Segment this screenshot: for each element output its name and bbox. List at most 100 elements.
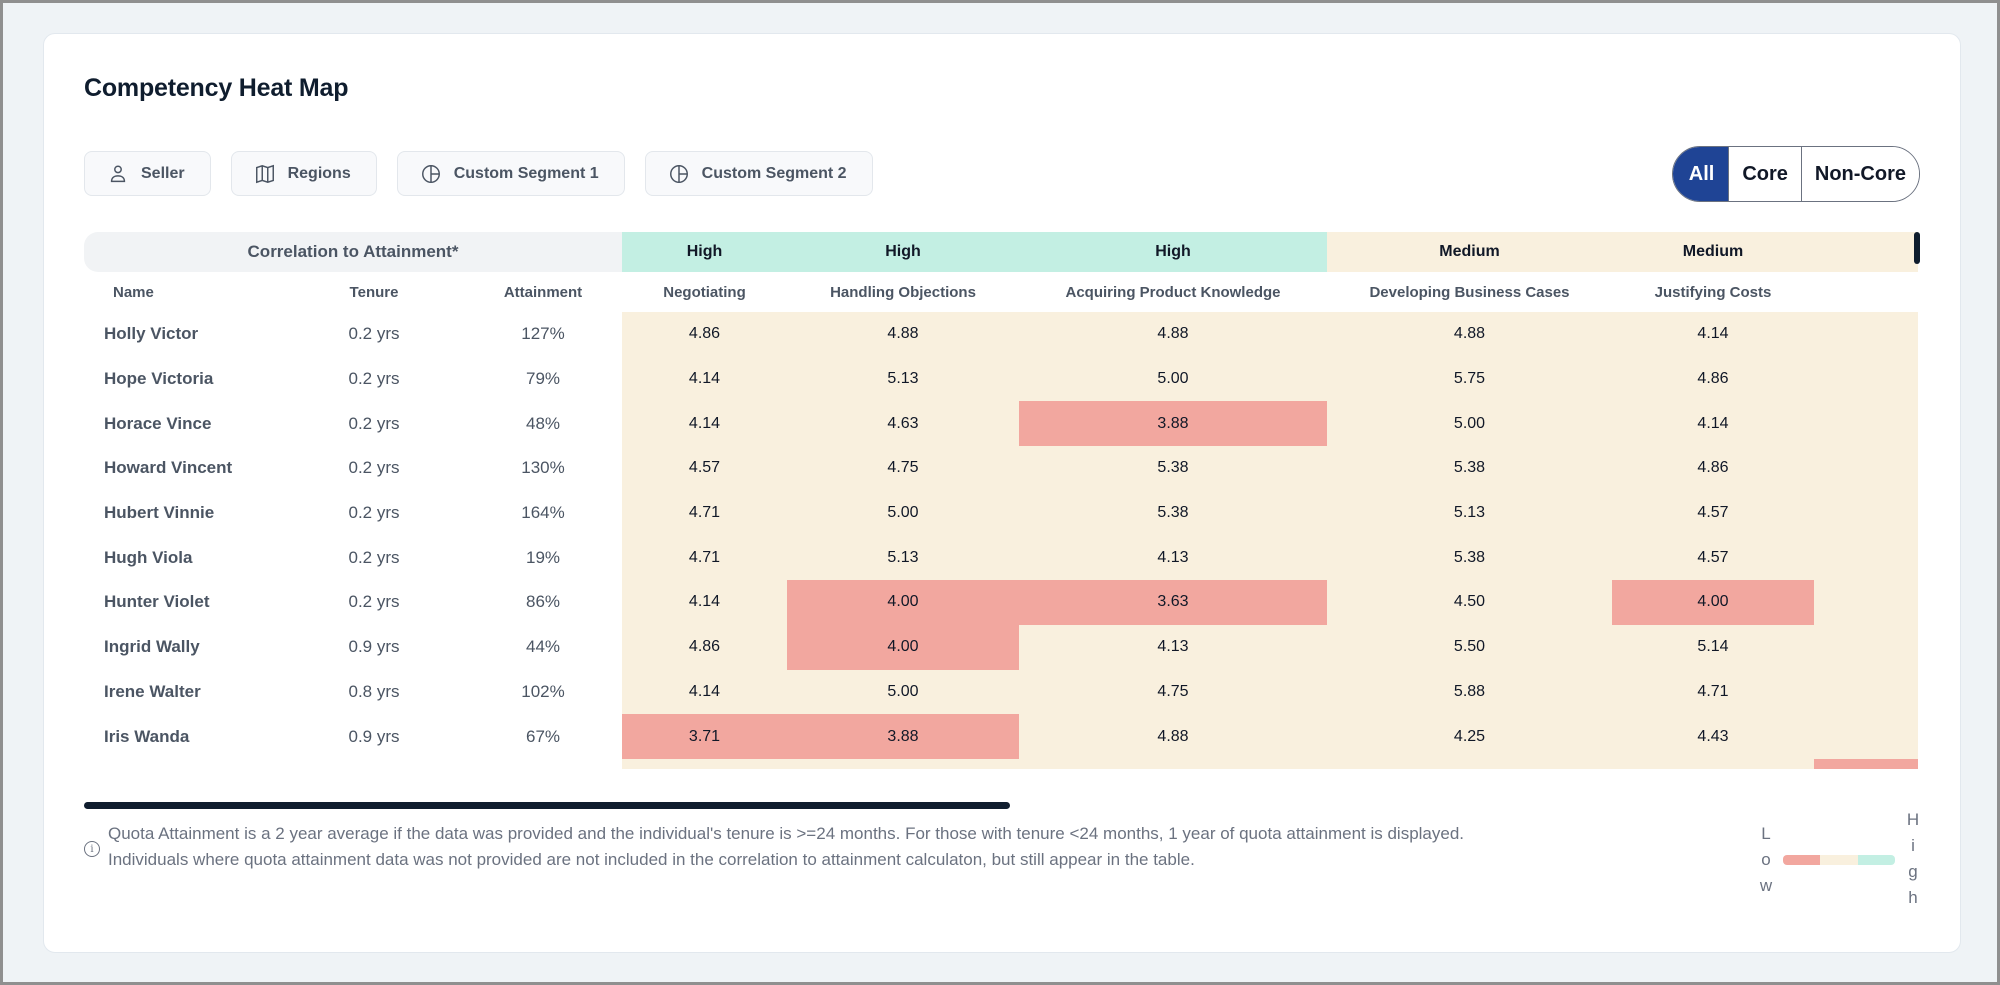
seller-name: Hope Victoria <box>104 369 214 389</box>
attainment-value: 86% <box>525 592 561 612</box>
column-header-attainment[interactable]: Attainment <box>464 284 622 301</box>
table-row[interactable]: Hope Victoria 0.2 yrs 79% 4.14 5.13 5.00 5.75 4… <box>84 356 1918 402</box>
score-cell: 5 <box>1814 356 1918 402</box>
tenure-value: 0.2 yrs <box>348 324 400 344</box>
correlation-cell: Me <box>1814 232 1918 272</box>
table-row[interactable]: Hubert Vinnie 0.2 yrs 164% 4.71 5.00 5.38 5.13… <box>84 490 1918 536</box>
column-header-competency[interactable]: Acquiring Product Knowledge <box>1019 284 1327 301</box>
score-cell: 5 <box>1814 446 1918 491</box>
vertical-scrollbar[interactable] <box>1914 232 1920 264</box>
core-segment-toggle: All Core Non-Core <box>1671 146 1920 202</box>
page-title: Competency Heat Map <box>84 74 349 102</box>
score-cell: 4.86 <box>1612 446 1814 491</box>
filter-custom-segment-1-button[interactable]: Custom Segment 1 <box>396 151 625 196</box>
score-cell: 4.75 <box>787 446 1019 491</box>
person-icon <box>110 164 126 182</box>
seller-name: Irene Walter <box>104 681 201 701</box>
tenure-value: 0.2 yrs <box>348 413 400 433</box>
segment-all-option[interactable]: All <box>1672 147 1729 201</box>
score-cell: 4.14 <box>1612 312 1814 357</box>
pie-segment-icon <box>669 164 688 183</box>
correlation-label: Correlation to Attainment* <box>84 232 622 272</box>
score-cell: 5.00 <box>1019 356 1327 402</box>
seller-name: Hugh Viola <box>104 547 193 567</box>
table-row[interactable]: Holly Victor 0.2 yrs 127% 4.86 4.88 4.88 4.88 4… <box>84 312 1918 357</box>
column-header-competency[interactable]: Justifying Costs <box>1612 284 1814 301</box>
filter-label: Custom Segment 1 <box>453 164 599 182</box>
correlation-cell: Medium <box>1327 232 1612 272</box>
table-body: Holly Victor 0.2 yrs 127% 4.86 4.88 4.88 4.88 4… <box>84 312 1918 769</box>
attainment-value: 44% <box>525 637 561 657</box>
score-cell: 6 <box>1814 490 1918 536</box>
seller-name: Horace Vince <box>104 413 212 433</box>
filter-label: Regions <box>287 164 351 182</box>
column-header-competency[interactable]: Negotiating <box>622 284 787 301</box>
tenure-value: 0.2 yrs <box>348 547 400 567</box>
column-header-tenure[interactable]: Tenure <box>284 284 464 301</box>
legend-swatch-low <box>1783 855 1821 865</box>
score-cell: 5.13 <box>787 535 1019 581</box>
legend-letter: o <box>1761 850 1771 869</box>
table-row-partial <box>84 758 1918 769</box>
legend-letter: h <box>1908 888 1918 907</box>
legend-swatch-high <box>1857 855 1895 865</box>
column-header-competency[interactable]: Generating <box>1814 284 1918 301</box>
table-row[interactable]: Horace Vince 0.2 yrs 48% 4.14 4.63 3.88 5.00 4.… <box>84 401 1918 447</box>
score-cell: 5.38 <box>1019 490 1327 536</box>
table-row[interactable]: Hunter Violet 0.2 yrs 86% 4.14 4.00 3.63 4.50 4… <box>84 580 1918 625</box>
table-row[interactable]: Irene Walter 0.8 yrs 102% 4.14 5.00 4.75 5.88 4… <box>84 669 1918 715</box>
score-cell: 5.13 <box>787 356 1019 402</box>
score-cell <box>1814 758 1918 769</box>
score-cell: 4.50 <box>1327 580 1612 625</box>
score-cell <box>1612 758 1814 769</box>
table-row[interactable]: Hugh Viola 0.2 yrs 19% 4.71 5.13 4.13 5.38 4.57… <box>84 535 1918 581</box>
score-cell: 4.88 <box>787 312 1019 357</box>
tenure-value: 0.9 yrs <box>348 726 400 746</box>
score-cell: 4.71 <box>1612 669 1814 715</box>
filter-custom-segment-2-button[interactable]: Custom Segment 2 <box>644 151 873 196</box>
column-header-competency[interactable]: Developing Business Cases <box>1327 284 1612 301</box>
score-cell: 4.14 <box>622 669 787 715</box>
table-row[interactable]: Iris Wanda 0.9 yrs 67% 3.71 3.88 4.88 4.25 4.43… <box>84 714 1918 759</box>
score-cell <box>787 758 1019 769</box>
score-cell: 3.63 <box>1019 580 1327 625</box>
filter-label: Custom Segment 2 <box>701 164 847 182</box>
tenure-value: 0.2 yrs <box>348 592 400 612</box>
legend-letter: g <box>1908 862 1918 881</box>
table-row[interactable]: Ingrid Wally 0.9 yrs 44% 4.86 4.00 4.13 5.50 5.… <box>84 624 1918 670</box>
score-cell: 5.13 <box>1327 490 1612 536</box>
column-header-row: Name Tenure Attainment Negotiating Handl… <box>84 272 1918 312</box>
score-cell: 4.71 <box>622 490 787 536</box>
tenure-value: 0.2 yrs <box>348 369 400 389</box>
legend-letter: L <box>1761 824 1771 843</box>
segment-non-core-option[interactable]: Non-Core <box>1800 147 1919 201</box>
tenure-value: 0.2 yrs <box>348 503 400 523</box>
score-cell: 4.13 <box>1019 535 1327 581</box>
score-cell: 4.14 <box>1612 401 1814 447</box>
score-cell: 4.57 <box>1612 535 1814 581</box>
column-header-name[interactable]: Name <box>84 284 284 301</box>
horizontal-scrollbar[interactable] <box>84 802 1010 809</box>
score-cell: 5.38 <box>1327 446 1612 491</box>
column-header-competency[interactable]: Handling Objections <box>787 284 1019 301</box>
attainment-value: 130% <box>521 458 565 478</box>
score-cell: 4.00 <box>787 580 1019 625</box>
score-cell: 5.75 <box>1327 356 1612 402</box>
score-cell: 4.14 <box>622 401 787 447</box>
segment-core-option[interactable]: Core <box>1728 147 1801 201</box>
score-cell: 5.14 <box>1612 624 1814 670</box>
footnote: i Quota Attainment is a 2 year average i… <box>84 821 1544 873</box>
correlation-cell: High <box>1019 232 1327 272</box>
seller-name: Holly Victor <box>104 324 199 344</box>
filter-seller-button[interactable]: Seller <box>84 151 211 196</box>
table-row[interactable]: Howard Vincent 0.2 yrs 130% 4.57 4.75 5.38 5.3… <box>84 446 1918 491</box>
score-cell: 5 <box>1814 312 1918 357</box>
filter-regions-button[interactable]: Regions <box>230 151 377 196</box>
score-cell: 4.43 <box>1612 714 1814 759</box>
score-cell: 3.88 <box>787 714 1019 759</box>
score-cell <box>1327 758 1612 769</box>
score-cell: 4.86 <box>1612 356 1814 402</box>
color-legend: Low High <box>1759 809 1929 909</box>
filter-label: Seller <box>141 164 185 182</box>
score-cell: 4.14 <box>622 356 787 402</box>
